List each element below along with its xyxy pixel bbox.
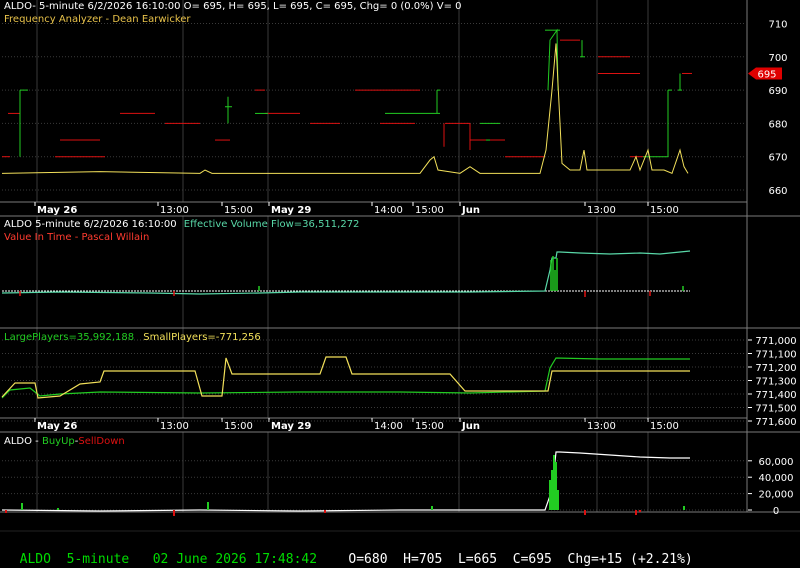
panel1-header: ALDO- 5-minute 6/2/2026 16:10:00 O= 695,… — [4, 1, 462, 12]
time-axis-1-label: 14:00 — [374, 205, 403, 216]
players-tick-label: 771,400 — [755, 390, 796, 401]
panel2-header: ALDO 5-minute 6/2/2026 16:10:00 Effectiv… — [4, 219, 359, 231]
time-axis-1-label: May 29 — [271, 205, 311, 216]
selldown-label: SellDown — [78, 436, 125, 447]
players-tick-label: 771,600 — [755, 417, 796, 428]
small-players-label: SmallPlayers=-771,256 — [143, 332, 261, 343]
time-axis-1-label: 13:00 — [160, 205, 189, 216]
time-axis-2-label: 14:00 — [374, 421, 403, 432]
price-tick-label: 660 — [768, 186, 787, 197]
buyup-tick-label: 0 — [773, 506, 779, 517]
time-axis-2-label: 13:00 — [587, 421, 616, 432]
buyup-tick-label: 20,000 — [759, 490, 794, 501]
panel2-subtitle: Value In Time - Pascal Willain — [4, 232, 150, 243]
status-bar: ALDO 5-minute 02 June 2026 17:48:42 O=68… — [4, 536, 693, 568]
time-axis-1-label: 15:00 — [650, 205, 679, 216]
buyup-cumulative-line — [1, 451, 690, 512]
time-axis-2-label: 15:00 — [224, 421, 253, 432]
price-tick-label: 670 — [768, 153, 787, 164]
time-axis-2-label: 13:00 — [160, 421, 189, 432]
time-axis-2-label: May 26 — [37, 421, 77, 432]
panel3-header: LargePlayers=35,992,188 SmallPlayers=-77… — [4, 332, 261, 344]
large-players-label: LargePlayers=35,992,188 — [4, 332, 135, 343]
time-axis-1-label: 15:00 — [224, 205, 253, 216]
time-axis-1-label: May 26 — [37, 205, 77, 216]
buyup-tick-label: 40,000 — [759, 473, 794, 484]
players-tick-label: 771,100 — [755, 350, 796, 361]
price-tick-label: 710 — [768, 20, 787, 31]
buyup-tick-label: 60,000 — [759, 457, 794, 468]
players-tick-label: 771,200 — [755, 363, 796, 374]
status-symbol: ALDO 5-minute 02 June 2026 17:48:42 — [19, 552, 318, 567]
last-price-tag-label: 695 — [757, 69, 776, 80]
status-ohlc: O=680 H=705 L=665 C=695 Chg=+15 (+2.21%) — [348, 552, 693, 567]
time-axis-2-label: 15:00 — [415, 421, 444, 432]
panel4-header: ALDO - BuyUp-SellDown — [4, 436, 125, 448]
players-tick-label: 771,000 — [755, 336, 796, 347]
time-axis-1-label: 15:00 — [415, 205, 444, 216]
panel4-prefix: ALDO - — [4, 436, 42, 447]
panel2-title-prefix: ALDO 5-minute 6/2/2026 16:10:00 — [4, 219, 177, 230]
time-axis-1-label: 13:00 — [587, 205, 616, 216]
panel1-indicator-label: Frequency Analyzer - Dean Earwicker — [4, 14, 191, 25]
time-axis-1-label: Jun — [461, 205, 480, 216]
chart-stage: 660 670 680 690 700 710 695 May 26 13:00 15:00 May… — [0, 0, 800, 532]
price-tick-label: 680 — [768, 119, 787, 130]
frequency-series-line — [1, 43, 689, 175]
players-tick-label: 771,500 — [755, 404, 796, 415]
time-axis-2-label: 15:00 — [650, 421, 679, 432]
time-axis-2-label: Jun — [461, 421, 480, 432]
large-players-line — [1, 357, 690, 399]
buyup-label: BuyUp — [41, 436, 75, 447]
price-tick-label: 690 — [768, 86, 787, 97]
players-tick-label: 771,300 — [755, 377, 796, 388]
panel2-series-label: Effective Volume Flow=36,511,272 — [183, 219, 360, 230]
price-tick-label: 700 — [768, 53, 787, 64]
time-axis-2-label: May 29 — [271, 421, 311, 432]
effective-volume-flow-line — [1, 250, 691, 295]
